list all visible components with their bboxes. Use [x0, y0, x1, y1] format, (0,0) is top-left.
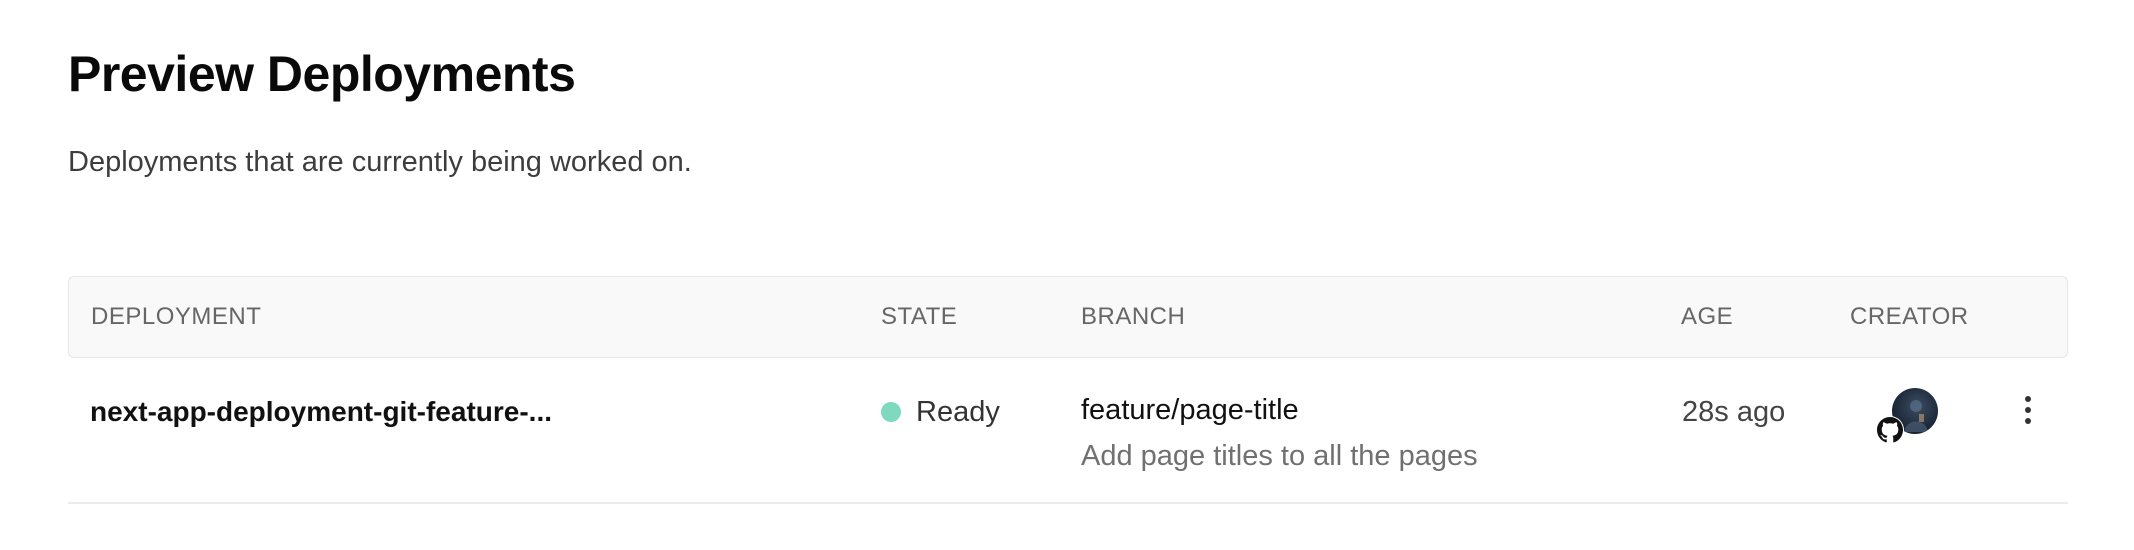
creator[interactable] — [1876, 388, 1940, 452]
deployment-row[interactable]: next-app-deployment-git-feature-... Read… — [68, 358, 2068, 504]
page-subtitle: Deployments that are currently being wor… — [68, 146, 692, 178]
deployment-state: Ready — [881, 392, 1000, 432]
deployment-age: 28s ago — [1682, 396, 1786, 428]
column-header-state: STATE — [881, 303, 958, 330]
page-title: Preview Deployments — [68, 46, 576, 102]
column-header-creator: CREATOR — [1850, 303, 1969, 330]
commit-message: Add page titles to all the pages — [1081, 440, 1478, 472]
status-dot-icon — [881, 402, 901, 422]
table-header: DEPLOYMENT STATE BRANCH AGE CREATOR — [68, 276, 2068, 358]
column-header-branch: BRANCH — [1081, 303, 1186, 330]
branch-name[interactable]: feature/page-title — [1081, 390, 1299, 430]
github-icon — [1876, 416, 1904, 444]
column-header-deployment: DEPLOYMENT — [91, 303, 262, 330]
deployment-name-link[interactable]: next-app-deployment-git-feature-... — [90, 392, 552, 432]
preview-deployments-page: Preview Deployments Deployments that are… — [0, 0, 2134, 550]
more-vertical-icon[interactable] — [2008, 388, 2048, 432]
column-header-age: AGE — [1681, 303, 1734, 330]
state-label: Ready — [916, 396, 1000, 428]
